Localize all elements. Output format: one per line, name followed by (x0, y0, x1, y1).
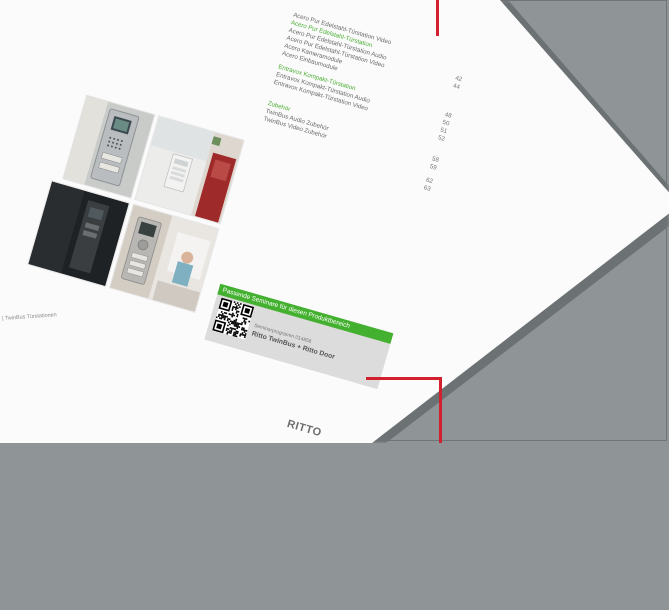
toc-page-number: 44 (452, 82, 461, 91)
red-marker-vertical (439, 377, 442, 443)
toc-page-number (440, 150, 442, 158)
brochure-page: Acero Pur Edelstahl-Türstation Video Acer… (0, 0, 669, 443)
red-marker-horizontal (366, 377, 442, 380)
qr-code-icon[interactable] (212, 297, 255, 340)
toc-label (256, 137, 258, 145)
toc-page-number (454, 100, 456, 108)
photo-house-entrance (135, 116, 244, 224)
intercom-interior-illustration (110, 204, 219, 312)
seminar-box: Passende Seminare für diesen Produktbere… (204, 283, 394, 390)
toc-page-number (463, 69, 465, 77)
toc-label (258, 129, 260, 137)
red-marker-top (436, 0, 439, 36)
toc-label (271, 87, 273, 95)
toc-page-number (465, 61, 467, 69)
toc-page-number (456, 92, 458, 100)
toc-page-number: 63 (422, 184, 432, 193)
toc-page-number: 59 (428, 163, 438, 172)
house-entrance-illustration (135, 116, 244, 224)
page-content: Acero Pur Edelstahl-Türstation Video Acer… (0, 0, 643, 443)
photo-intercom-interior (110, 204, 219, 312)
table-of-contents: Acero Pur Edelstahl-Türstation Video Acer… (256, 12, 467, 194)
toc-page-number: 52 (437, 134, 446, 143)
